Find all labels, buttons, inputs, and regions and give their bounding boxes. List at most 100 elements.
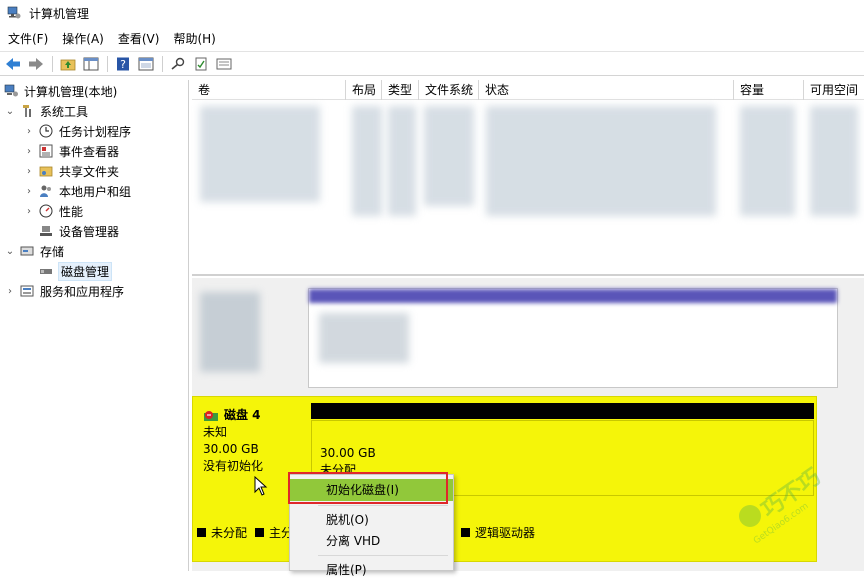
menu-item-detach-vhd[interactable]: 分离 VHD [290, 530, 453, 552]
toolbar: ? [0, 51, 864, 76]
volume-list-header: 卷 布局 类型 文件系统 状态 容量 可用空间 [192, 80, 864, 100]
toolbar-separator [107, 55, 108, 72]
blurred-volume-rows [486, 106, 716, 216]
disk-error-icon [203, 410, 219, 422]
menu-item-properties[interactable]: 属性(P) [290, 559, 453, 581]
title-bar: 计算机管理 [0, 0, 864, 26]
column-volume[interactable]: 卷 [192, 80, 346, 100]
tree-item-label: 存储 [40, 244, 65, 259]
mouse-cursor-icon [254, 475, 268, 496]
legend-swatch [461, 527, 471, 537]
disk-name: 磁盘 4 [224, 408, 261, 422]
chevron-right-icon[interactable]: › [23, 206, 35, 217]
tree-item-services-apps[interactable]: › 服务和应用程序 [4, 281, 124, 301]
blurred-volume-rows [352, 106, 382, 216]
tree-item-shared-folders[interactable]: › 共享文件夹 [23, 161, 119, 181]
disk-4-row[interactable]: 磁盘 4 未知 30.00 GB 没有初始化 30.00 GB 未分配 未分配 … [192, 396, 817, 562]
event-log-icon [38, 143, 54, 159]
chevron-right-icon[interactable]: › [23, 166, 35, 177]
up-folder-icon[interactable] [59, 56, 77, 72]
device-manager-icon [38, 223, 54, 239]
tree-item-label: 任务计划程序 [59, 124, 132, 139]
legend-item-unallocated: 未分配 [197, 524, 247, 541]
tree-item-system-tools[interactable]: ⌄ 系统工具 [4, 101, 88, 121]
tree-item-label: 系统工具 [40, 104, 89, 119]
chevron-right-icon[interactable]: › [4, 286, 16, 297]
blurred-volume-rows [810, 106, 858, 216]
disk-4-label[interactable]: 磁盘 4 未知 30.00 GB 没有初始化 [203, 407, 263, 475]
blurred-volume-rows [424, 106, 474, 206]
help-icon[interactable]: ? [114, 56, 132, 72]
services-icon [19, 283, 35, 299]
svg-text:?: ? [120, 58, 126, 71]
tree-item-label: 性能 [59, 204, 84, 219]
menu-view[interactable]: 查看(V) [118, 30, 160, 47]
back-arrow-icon[interactable] [4, 56, 22, 72]
menu-item-offline[interactable]: 脱机(O) [290, 509, 453, 531]
tree-item-event-viewer[interactable]: › 事件查看器 [23, 141, 119, 161]
volume-list: 卷 布局 类型 文件系统 状态 容量 可用空间 [192, 80, 864, 276]
check-document-icon[interactable] [192, 56, 210, 72]
disk-size: 30.00 GB [203, 442, 259, 456]
menu-action[interactable]: 操作(A) [62, 30, 104, 47]
shared-folder-icon [38, 163, 54, 179]
tree-item-disk-management[interactable]: 磁盘管理 [38, 261, 113, 281]
tree-item-label: 磁盘管理 [57, 261, 113, 281]
column-layout[interactable]: 布局 [346, 80, 382, 100]
navigation-tree: 计算机管理(本地) ⌄ 系统工具 › 任务计划程序 › 事件查看器 › 共享文件… [0, 80, 189, 571]
show-hide-tree-icon[interactable] [82, 56, 100, 72]
disk-type: 未知 [203, 425, 228, 439]
properties-icon[interactable] [215, 56, 233, 72]
disk-management-icon [38, 263, 54, 279]
tools-icon [19, 103, 35, 119]
tree-item-root[interactable]: 计算机管理(本地) [3, 81, 117, 101]
legend-item-logical: 逻辑驱动器 [461, 524, 535, 541]
tree-item-label: 事件查看器 [59, 144, 120, 159]
unallocated-bar [311, 403, 814, 419]
tree-item-label: 共享文件夹 [59, 164, 120, 179]
toolbar-separator [52, 55, 53, 72]
chevron-right-icon[interactable]: › [23, 186, 35, 197]
menu-bar: 文件(F) 操作(A) 查看(V) 帮助(H) [0, 27, 864, 50]
tree-item-label: 服务和应用程序 [40, 284, 125, 299]
column-filesystem[interactable]: 文件系统 [419, 80, 479, 100]
previous-disk-row [192, 284, 864, 392]
column-type[interactable]: 类型 [382, 80, 419, 100]
tree-item-task-scheduler[interactable]: › 任务计划程序 [23, 121, 131, 141]
chevron-right-icon[interactable]: › [23, 146, 35, 157]
chevron-down-icon[interactable]: ⌄ [4, 106, 16, 117]
highlight-callout-box [288, 472, 448, 504]
tree-item-local-users[interactable]: › 本地用户和组 [23, 181, 131, 201]
tree-item-storage[interactable]: ⌄ 存储 [4, 241, 64, 261]
partition-size: 30.00 GB [320, 446, 376, 460]
legend-item-primary: 主分 [255, 524, 293, 541]
computer-management-icon [3, 83, 19, 99]
disk-state: 没有初始化 [203, 459, 264, 473]
computer-management-icon [7, 6, 21, 20]
performance-gauge-icon [38, 203, 54, 219]
column-status[interactable]: 状态 [479, 80, 734, 100]
search-icon[interactable] [169, 56, 187, 72]
forward-arrow-icon[interactable] [27, 56, 45, 72]
menu-separator [318, 505, 448, 506]
console-view-icon[interactable] [137, 56, 155, 72]
tree-item-device-manager[interactable]: 设备管理器 [38, 221, 119, 241]
chevron-right-icon[interactable]: › [23, 126, 35, 137]
chevron-down-icon[interactable]: ⌄ [4, 246, 16, 257]
watermark-logo: 巧不巧 GetQiao6.com [728, 438, 864, 548]
clock-icon [38, 123, 54, 139]
column-capacity[interactable]: 容量 [734, 80, 804, 100]
tree-item-label: 本地用户和组 [59, 184, 132, 199]
window-title: 计算机管理 [29, 6, 90, 21]
storage-icon [19, 243, 35, 259]
blurred-volume-rows [740, 106, 795, 216]
menu-help[interactable]: 帮助(H) [173, 30, 215, 47]
column-free-space[interactable]: 可用空间 [804, 80, 864, 100]
partition-header-bar [309, 289, 837, 303]
users-icon [38, 183, 54, 199]
blurred-partition [308, 288, 838, 388]
blurred-volume-rows [388, 106, 416, 216]
menu-file[interactable]: 文件(F) [8, 30, 48, 47]
tree-item-performance[interactable]: › 性能 [23, 201, 83, 221]
tree-item-label: 设备管理器 [59, 224, 120, 239]
